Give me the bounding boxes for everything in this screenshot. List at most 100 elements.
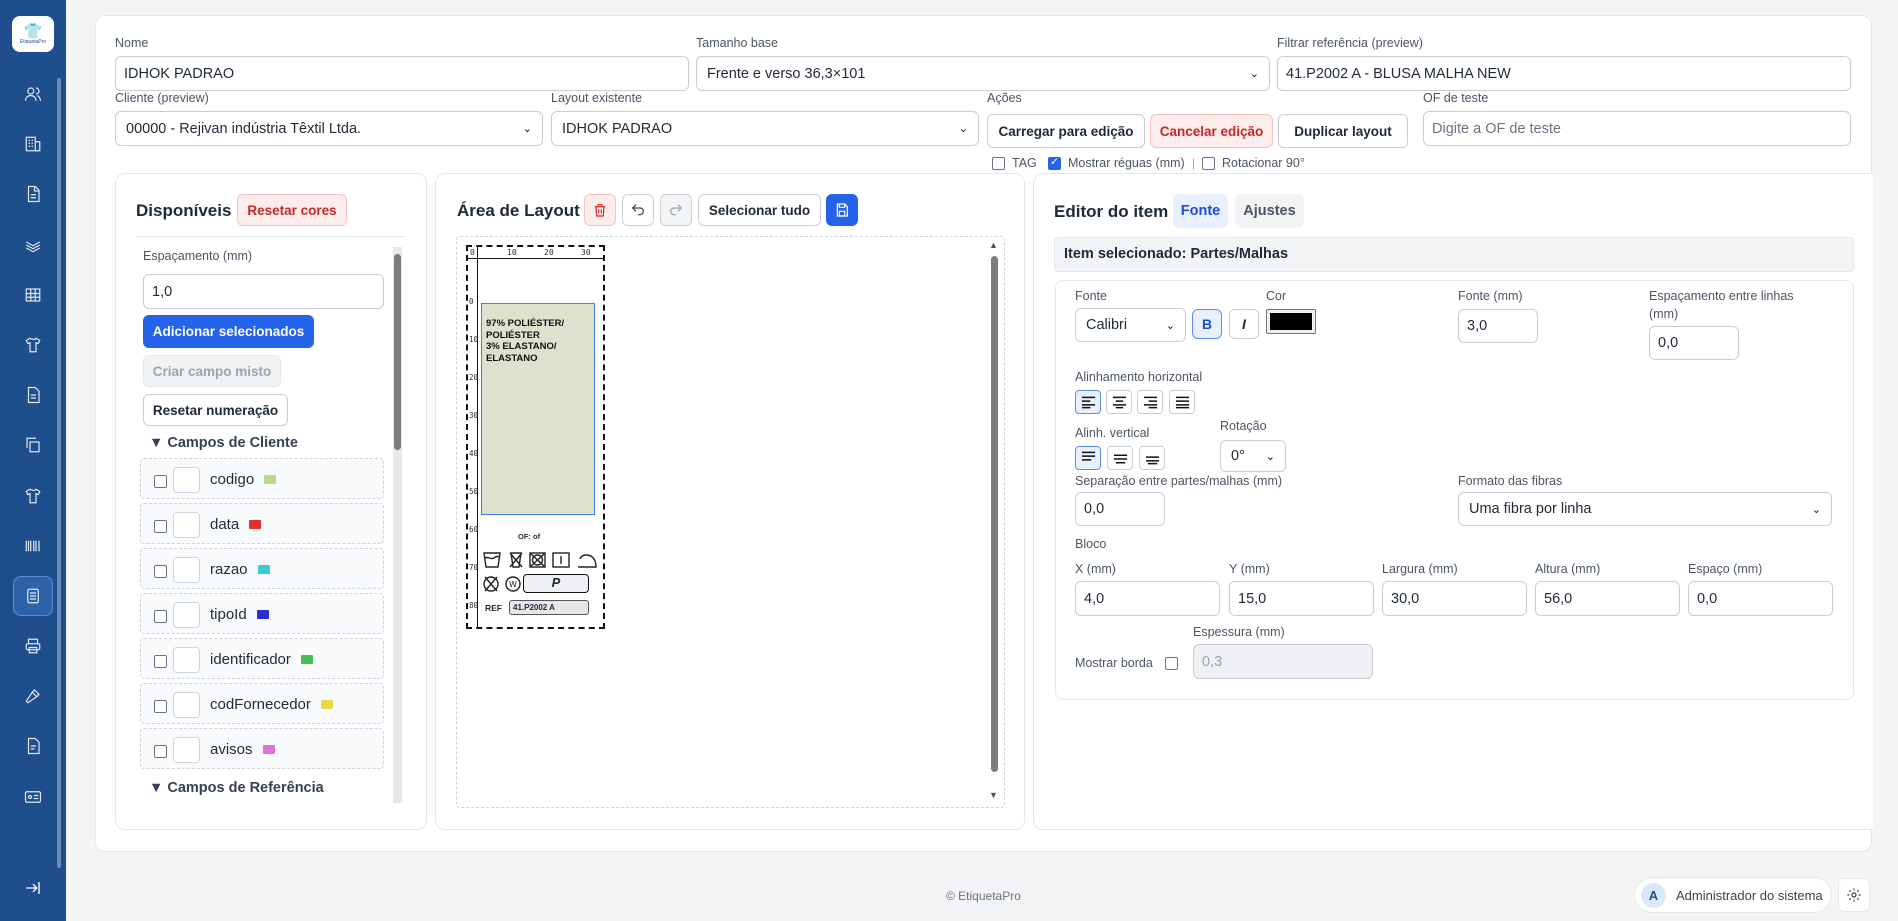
reguas-checkbox[interactable] <box>1048 155 1061 170</box>
field-color-swatch[interactable] <box>264 475 276 484</box>
save-button[interactable] <box>826 194 858 226</box>
tag-checkbox[interactable] <box>992 157 1005 170</box>
tamanho-select[interactable]: Frente e verso 36,3×101 ⌄ <box>696 56 1270 91</box>
reset-numeracao-button[interactable]: Resetar numeração <box>143 394 288 426</box>
italic-button[interactable]: I <box>1229 309 1259 339</box>
scroll-up-arrow-icon[interactable]: ▲ <box>989 240 998 250</box>
x-input[interactable]: 4,0 <box>1075 581 1220 616</box>
user-menu[interactable]: A Administrador do sistema <box>1634 877 1832 913</box>
fonte-select[interactable]: Calibri ⌄ <box>1075 308 1186 342</box>
altura-input[interactable]: 56,0 <box>1535 581 1680 616</box>
valign-middle-button[interactable] <box>1107 446 1133 470</box>
field-item-codFornecedor[interactable]: codFornecedor <box>140 683 384 724</box>
canvas-scroll-thumb[interactable] <box>991 256 998 772</box>
duplicar-button[interactable]: Duplicar layout <box>1278 114 1408 148</box>
field-color-swatch[interactable] <box>257 610 269 619</box>
barcode-icon[interactable] <box>13 526 53 566</box>
valign-top-button[interactable] <box>1075 446 1101 470</box>
field-number-box[interactable] <box>173 467 200 493</box>
field-color-swatch[interactable] <box>301 655 313 664</box>
users-icon[interactable] <box>13 74 53 114</box>
color-picker[interactable] <box>1266 309 1316 334</box>
espacamento-input[interactable]: 1,0 <box>143 274 384 309</box>
logout-icon[interactable] <box>13 868 53 908</box>
separacao-input[interactable]: 0,0 <box>1075 492 1165 526</box>
tab-ajustes[interactable]: Ajustes <box>1235 194 1304 228</box>
y-input[interactable]: 15,0 <box>1229 581 1374 616</box>
size-badge[interactable]: P <box>523 574 589 593</box>
field-checkbox[interactable] <box>154 745 167 758</box>
align-left-button[interactable] <box>1075 390 1101 414</box>
layout-editor-icon[interactable] <box>13 575 53 616</box>
field-item-data[interactable]: data <box>140 503 384 544</box>
add-selected-button[interactable]: Adicionar selecionados <box>143 315 314 348</box>
report-icon[interactable] <box>13 726 53 766</box>
field-item-codigo[interactable]: codigo <box>140 458 384 499</box>
field-checkbox[interactable] <box>154 655 167 668</box>
espaco-input[interactable]: 0,0 <box>1688 581 1833 616</box>
layout-select[interactable]: IDHOK PADRAO ⌄ <box>551 111 979 146</box>
filtrar-input[interactable]: 41.P2002 A - BLUSA MALHA NEW <box>1277 56 1851 91</box>
field-checkbox[interactable] <box>154 610 167 623</box>
field-item-tipoId[interactable]: tipoId <box>140 593 384 634</box>
label-preview[interactable]: 0 10 20 30 0 10 20 30 40 50 60 70 80 97% POLIÉSTER/… <box>466 245 605 629</box>
field-item-identificador[interactable]: identificador <box>140 638 384 679</box>
field-checkbox[interactable] <box>154 565 167 578</box>
field-checkbox[interactable] <box>154 475 167 488</box>
section-campos-cliente[interactable]: ▼ Campos de Cliente <box>149 435 298 451</box>
field-checkbox[interactable] <box>154 520 167 533</box>
table-icon[interactable] <box>13 275 53 315</box>
tab-fonte[interactable]: Fonte <box>1173 194 1228 228</box>
field-number-box[interactable] <box>173 692 200 718</box>
criar-misto-button[interactable]: Criar campo misto <box>143 355 281 387</box>
largura-input[interactable]: 30,0 <box>1382 581 1527 616</box>
field-number-box[interactable] <box>173 602 200 628</box>
field-number-box[interactable] <box>173 512 200 538</box>
printer-icon[interactable] <box>13 626 53 666</box>
building-icon[interactable] <box>13 124 53 164</box>
field-color-swatch[interactable] <box>249 520 261 529</box>
file-text-icon[interactable] <box>13 375 53 415</box>
redo-button[interactable] <box>660 194 692 226</box>
align-center-button[interactable] <box>1106 390 1132 414</box>
layers-icon[interactable] <box>13 225 53 265</box>
align-justify-button[interactable] <box>1169 390 1195 414</box>
fonte-mm-input[interactable]: 3,0 <box>1458 309 1538 343</box>
reset-colors-button[interactable]: Resetar cores <box>237 194 347 226</box>
mostrar-borda-checkbox[interactable] <box>1165 657 1178 670</box>
ref-value[interactable]: 41.P2002 A <box>509 600 589 615</box>
field-number-box[interactable] <box>173 737 200 763</box>
undo-button[interactable] <box>622 194 654 226</box>
section-campos-referencia[interactable]: ▼ Campos de Referência <box>149 780 324 796</box>
app-logo[interactable]: 👕 EtiquetaPro <box>12 16 54 52</box>
field-number-box[interactable] <box>173 557 200 583</box>
valign-bottom-button[interactable] <box>1139 446 1165 470</box>
field-item-razao[interactable]: razao <box>140 548 384 589</box>
cliente-select[interactable]: 00000 - Rejivan indústria Têxtil Ltda. ⌄ <box>115 111 543 146</box>
document-icon[interactable] <box>13 174 53 214</box>
cancelar-button[interactable]: Cancelar edição <box>1150 114 1273 148</box>
field-color-swatch[interactable] <box>258 565 270 574</box>
nome-input[interactable]: IDHOK PADRAO <box>115 56 689 91</box>
carregar-button[interactable]: Carregar para edição <box>987 114 1145 148</box>
copy-icon[interactable] <box>13 425 53 465</box>
shirt-outline-icon[interactable] <box>13 476 53 516</box>
of-input[interactable]: Digite a OF de teste <box>1423 111 1851 146</box>
align-right-button[interactable] <box>1137 390 1163 414</box>
field-color-swatch[interactable] <box>263 745 275 754</box>
field-checkbox[interactable] <box>154 700 167 713</box>
rotacao-select[interactable]: 0° ⌄ <box>1220 440 1286 472</box>
field-number-box[interactable] <box>173 647 200 673</box>
select-all-button[interactable]: Selecionar tudo <box>698 194 821 226</box>
id-card-icon[interactable] <box>13 777 53 817</box>
settings-button[interactable] <box>1838 878 1870 912</box>
scroll-down-arrow-icon[interactable]: ▼ <box>989 790 998 800</box>
field-color-swatch[interactable] <box>321 700 333 709</box>
espacamento-linhas-input[interactable]: 0,0 <box>1649 326 1739 360</box>
tshirt-icon[interactable] <box>13 325 53 365</box>
bold-button[interactable]: B <box>1192 309 1222 339</box>
rotacionar-checkbox[interactable] <box>1202 157 1215 170</box>
formato-select[interactable]: Uma fibra por linha ⌄ <box>1458 492 1832 526</box>
delete-button[interactable] <box>584 194 616 226</box>
espessura-input[interactable]: 0,3 <box>1193 644 1373 679</box>
